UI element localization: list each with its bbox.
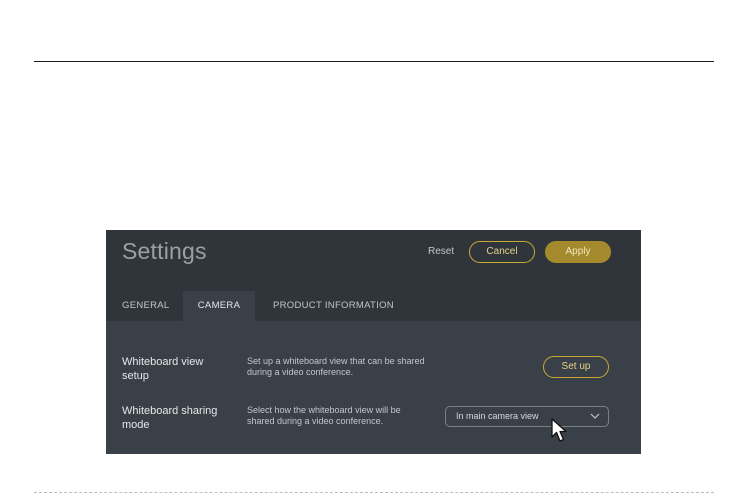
whiteboard-view-setup-description: Set up a whiteboard view that can be sha… [247,356,425,377]
sharing-mode-selected-value: In main camera view [456,411,539,421]
whiteboard-view-setup-label: Whiteboard view setup [122,356,204,382]
sharing-mode-select[interactable]: In main camera view [445,406,609,427]
manual-page: Settings Reset Cancel Apply GENERAL CAME… [0,0,749,494]
settings-panel: Settings Reset Cancel Apply GENERAL CAME… [106,230,641,454]
bottom-divider [34,492,714,493]
chevron-down-icon [590,413,600,419]
whiteboard-sharing-mode-description: Select how the whiteboard view will be s… [247,405,401,426]
page-title: Settings [122,238,207,264]
tab-product-information[interactable]: PRODUCT INFORMATION [273,291,394,321]
mouse-pointer-icon [551,418,567,442]
top-divider [34,61,714,62]
whiteboard-sharing-mode-label: Whiteboard sharing mode [122,405,218,431]
settings-header: Settings Reset Cancel Apply GENERAL CAME… [106,230,641,321]
cancel-button[interactable]: Cancel [469,241,535,263]
tab-general[interactable]: GENERAL [122,291,170,321]
reset-link[interactable]: Reset [428,246,454,257]
tab-camera[interactable]: CAMERA [183,291,255,321]
apply-button[interactable]: Apply [545,241,611,263]
set-up-button[interactable]: Set up [543,356,609,378]
